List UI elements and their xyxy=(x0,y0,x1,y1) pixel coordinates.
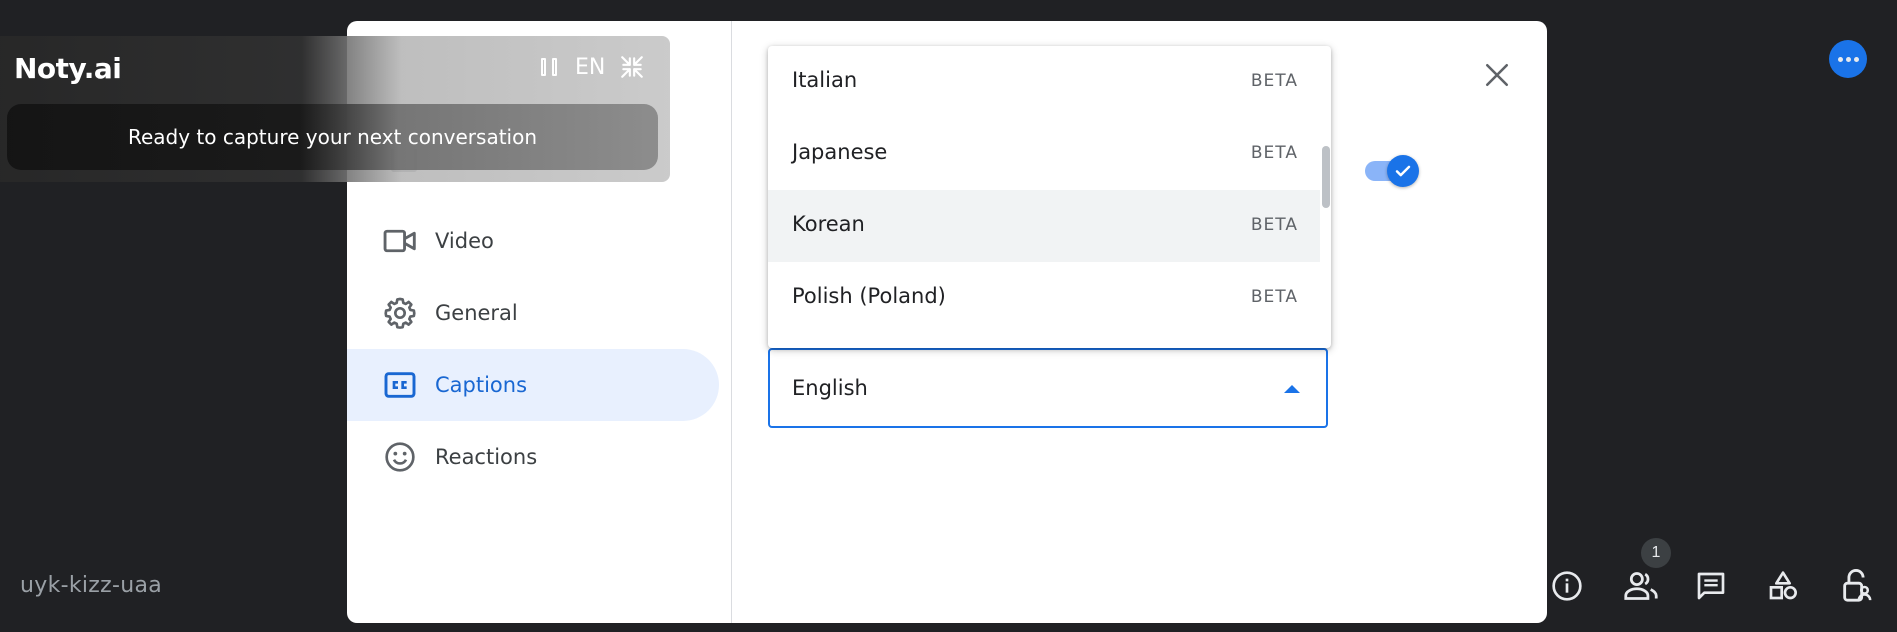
sidebar-item-label: General xyxy=(435,301,518,325)
sidebar-item-label: Reactions xyxy=(435,445,538,469)
meeting-details-button[interactable] xyxy=(1547,566,1587,606)
noty-controls: EN xyxy=(541,54,645,80)
people-button[interactable] xyxy=(1621,566,1661,606)
sidebar-item-label: Video xyxy=(435,229,494,253)
video-camera-icon xyxy=(383,224,417,258)
noty-status-text: Ready to capture your next conversation xyxy=(127,125,538,149)
beta-badge: BETA xyxy=(1250,215,1298,235)
chat-icon xyxy=(1697,572,1725,600)
noty-language-toggle[interactable]: EN xyxy=(575,55,605,80)
beta-badge: BETA xyxy=(1250,71,1298,91)
language-option-korean[interactable]: Korean BETA xyxy=(768,190,1320,262)
host-controls-button[interactable] xyxy=(1836,566,1876,606)
meeting-code: uyk-kizz-uaa xyxy=(20,573,163,598)
lock-person-icon xyxy=(1843,569,1872,602)
language-dropdown-list: Italian BETA Japanese BETA Korean BETA P… xyxy=(768,46,1331,348)
dropdown-scrollbar[interactable] xyxy=(1320,46,1331,348)
beta-badge: BETA xyxy=(1250,287,1298,307)
language-option-italian[interactable]: Italian BETA xyxy=(768,46,1320,118)
beta-badge: BETA xyxy=(1250,143,1298,163)
sidebar-item-captions[interactable]: Captions xyxy=(347,349,719,421)
gear-icon xyxy=(383,296,417,330)
sidebar-item-reactions[interactable]: Reactions xyxy=(347,421,719,493)
selected-language: English xyxy=(792,376,868,400)
chat-button[interactable] xyxy=(1691,566,1731,606)
sidebar-item-label: Captions xyxy=(435,373,528,397)
closed-captions-icon xyxy=(383,368,417,402)
smiley-icon xyxy=(383,440,417,474)
shapes-icon xyxy=(1769,571,1797,600)
checkmark-icon xyxy=(1395,165,1411,177)
info-icon xyxy=(1552,571,1582,601)
noty-widget: Noty.ai EN Ready to capture your next co… xyxy=(0,36,670,182)
language-option-japanese[interactable]: Japanese BETA xyxy=(768,118,1320,190)
people-count-badge: 1 xyxy=(1641,538,1671,568)
minimize-icon[interactable] xyxy=(619,54,645,80)
close-dialog-button[interactable] xyxy=(1475,53,1519,97)
activities-button[interactable] xyxy=(1763,566,1803,606)
scrollbar-thumb[interactable] xyxy=(1322,146,1330,208)
people-icon xyxy=(1624,572,1658,600)
captions-language-select[interactable]: English xyxy=(768,348,1328,428)
sidebar-item-video[interactable]: Video xyxy=(347,205,719,277)
sidebar-item-general[interactable]: General xyxy=(347,277,719,349)
more-dots-icon xyxy=(1837,56,1843,62)
language-option-polish[interactable]: Polish (Poland) BETA xyxy=(768,262,1320,334)
pause-icon[interactable] xyxy=(541,58,557,76)
noty-logo: Noty.ai xyxy=(14,52,122,85)
more-options-button[interactable] xyxy=(1829,40,1867,78)
close-icon xyxy=(1485,63,1509,87)
noty-status-bar: Ready to capture your next conversation xyxy=(7,104,658,170)
dropdown-arrow-up-icon xyxy=(1284,385,1300,393)
